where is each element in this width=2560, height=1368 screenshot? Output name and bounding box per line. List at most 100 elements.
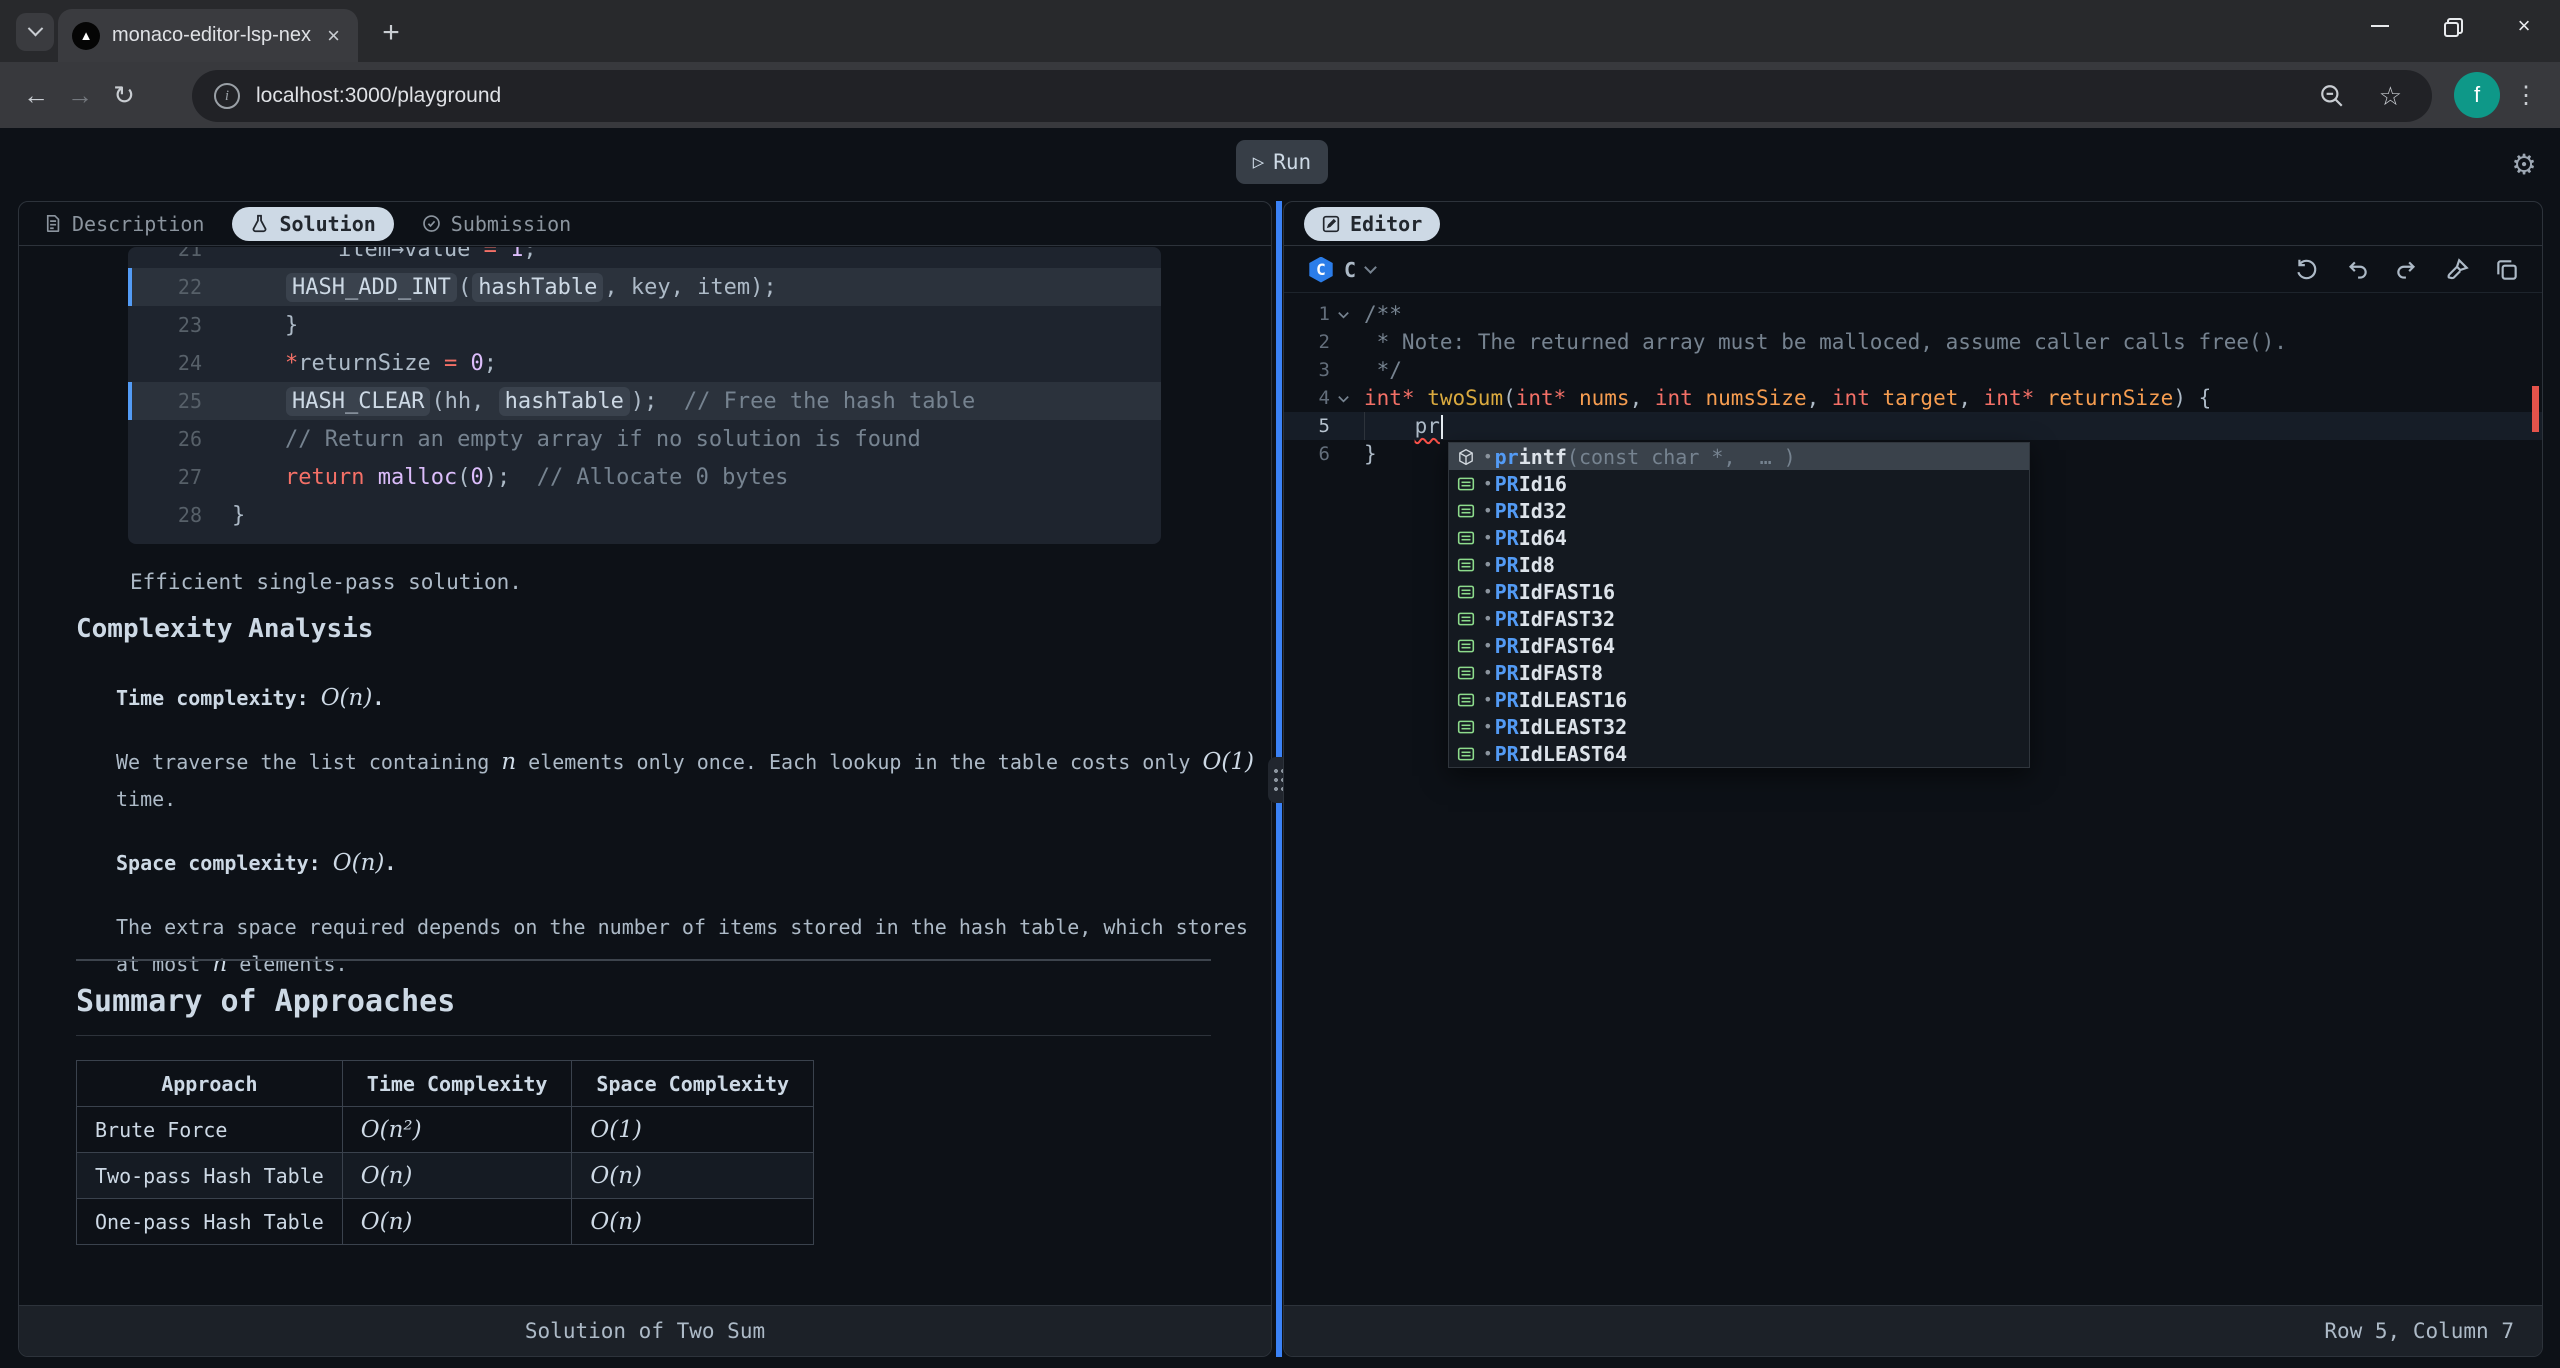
code-line[interactable]: 23 } (128, 306, 1161, 344)
code-line[interactable]: 4int* twoSum(int* nums, int numsSize, in… (1284, 384, 2542, 412)
code-line[interactable]: 2 * Note: The returned array must be mal… (1284, 328, 2542, 356)
matched-prefix: PR (1495, 688, 1519, 712)
suggestion-item[interactable]: •printf(const char *, … ) (1449, 443, 2029, 470)
browser-tab[interactable]: ▲ monaco-editor-lsp-next × (58, 9, 358, 62)
suggestion-label: IdLEAST64 (1519, 742, 1627, 766)
settings-gear-icon[interactable]: ⚙ (2504, 144, 2544, 184)
code-line[interactable]: 26 // Return an empty array if no soluti… (128, 420, 1161, 458)
suggestion-item[interactable]: •PRIdLEAST32 (1449, 713, 2029, 740)
c-language-icon: C (1308, 257, 1334, 283)
browser-menu-icon[interactable]: ⋮ (2508, 72, 2544, 118)
back-button[interactable]: ← (14, 73, 58, 117)
tab-submission-label: Submission (451, 212, 571, 236)
bullet-icon: • (1483, 663, 1493, 682)
code-text: return malloc(0); // Allocate 0 bytes (232, 465, 788, 490)
code-line[interactable]: 21 item→value = 1; (128, 247, 1161, 268)
table-header-cell: Time Complexity (342, 1061, 572, 1107)
fold-icon[interactable] (1330, 391, 1356, 406)
summary-table: ApproachTime ComplexitySpace ComplexityB… (76, 1060, 814, 1245)
suggestion-item[interactable]: •PRId64 (1449, 524, 2029, 551)
tab-description[interactable]: Description (43, 212, 204, 236)
suggestion-item[interactable]: •PRIdFAST8 (1449, 659, 2029, 686)
code-line[interactable]: 24 *returnSize = 0; (128, 344, 1161, 382)
suggestion-item[interactable]: •PRId8 (1449, 551, 2029, 578)
code-text: pr (1364, 414, 1443, 439)
enum-member-icon (1457, 475, 1479, 493)
suggestion-label: IdFAST8 (1519, 661, 1603, 685)
matched-prefix: PR (1495, 472, 1519, 496)
format-code-button[interactable] (2444, 256, 2472, 284)
url-text[interactable]: localhost:3000/playground (256, 84, 2319, 108)
suggestion-item[interactable]: •PRId16 (1449, 470, 2029, 497)
address-bar[interactable]: i localhost:3000/playground ☆ (192, 70, 2432, 122)
complexity-paragraph: Space complexity: O(n). (116, 845, 1266, 882)
code-line[interactable]: 28} (128, 496, 1161, 534)
enum-member-icon (1457, 745, 1479, 763)
tab-description-label: Description (72, 212, 204, 236)
brush-icon (2444, 257, 2470, 283)
solution-code-block: 21 item→value = 1;22 HASH_ADD_INT(hashTa… (128, 247, 1161, 544)
complexity-paragraph: The extra space required depends on the … (116, 909, 1266, 983)
line-number: 22 (146, 275, 202, 299)
undo-button[interactable] (2344, 256, 2372, 284)
line-number: 21 (146, 247, 202, 261)
solution-panel: Description Solution Submission 21 item→… (18, 201, 1272, 1357)
run-button[interactable]: ▷ Run (1236, 140, 1328, 184)
suggestion-item[interactable]: •PRIdFAST32 (1449, 605, 2029, 632)
bullet-icon: • (1483, 474, 1493, 493)
code-line[interactable]: 25 HASH_CLEAR(hh, hashTable); // Free th… (128, 382, 1161, 420)
reset-code-button[interactable] (2294, 256, 2322, 284)
minimize-button[interactable] (2344, 0, 2416, 52)
line-number: 1 (1290, 303, 1330, 325)
matched-prefix: PR (1495, 499, 1519, 523)
language-name: C (1344, 258, 1356, 282)
enum-member-icon (1457, 664, 1479, 682)
language-selector[interactable]: C C (1308, 257, 1375, 283)
forward-button[interactable]: → (58, 73, 102, 117)
complexity-heading: Complexity Analysis (76, 614, 373, 644)
new-tab-button[interactable]: + (372, 14, 410, 52)
tab-submission[interactable]: Submission (422, 212, 571, 236)
table-cell: O(n²) (342, 1107, 572, 1153)
tab-search-button[interactable] (16, 13, 54, 51)
code-line[interactable]: 3 */ (1284, 356, 2542, 384)
suggestion-label: IdLEAST16 (1519, 688, 1627, 712)
redo-button[interactable] (2394, 256, 2422, 284)
table-row: One-pass Hash TableO(n)O(n) (77, 1199, 814, 1245)
close-button[interactable]: × (2488, 0, 2560, 52)
line-number: 24 (146, 351, 202, 375)
line-number: 5 (1290, 415, 1330, 437)
suggestion-item[interactable]: •PRId32 (1449, 497, 2029, 524)
suggestion-item[interactable]: •PRIdFAST64 (1449, 632, 2029, 659)
tab-strip: ▲ monaco-editor-lsp-next × + × (0, 0, 2560, 62)
left-panel-tabs: Description Solution Submission (19, 202, 1271, 246)
profile-avatar[interactable]: f (2454, 72, 2500, 118)
code-line[interactable]: 27 return malloc(0); // Allocate 0 bytes (128, 458, 1161, 496)
editor-toolbar-row: C C (1284, 247, 2542, 293)
minimize-icon (2371, 25, 2389, 27)
suggestion-item[interactable]: •PRIdFAST16 (1449, 578, 2029, 605)
reload-button[interactable]: ↻ (102, 73, 146, 117)
fold-icon[interactable] (1330, 307, 1356, 322)
tab-solution[interactable]: Solution (232, 207, 393, 241)
copy-code-button[interactable] (2494, 256, 2522, 284)
code-line[interactable]: 1/** (1284, 300, 2542, 328)
suggestion-label: IdFAST64 (1519, 634, 1615, 658)
code-line[interactable]: 22 HASH_ADD_INT(hashTable, key, item); (128, 268, 1161, 306)
editor-status-bar: Row 5, Column 7 (1284, 1305, 2542, 1356)
panel-resizer[interactable] (1276, 201, 1282, 1357)
zoom-out-icon[interactable] (2319, 83, 2345, 109)
tab-close-icon[interactable]: × (323, 23, 344, 49)
suggestion-item[interactable]: •PRIdLEAST16 (1449, 686, 2029, 713)
matched-prefix: PR (1495, 634, 1519, 658)
line-number: 27 (146, 465, 202, 489)
site-info-icon[interactable]: i (214, 83, 240, 109)
suggestion-item[interactable]: •PRIdLEAST64 (1449, 740, 2029, 767)
check-circle-icon (422, 214, 441, 233)
code-text: HASH_CLEAR(hh, hashTable); // Free the h… (232, 389, 975, 414)
code-line[interactable]: 5 pr (1284, 412, 2542, 440)
bookmark-star-icon[interactable]: ☆ (2379, 81, 2402, 112)
code-text: int* twoSum(int* nums, int numsSize, int… (1364, 386, 2211, 410)
restore-button[interactable] (2416, 0, 2488, 52)
table-cell: Two-pass Hash Table (77, 1153, 343, 1199)
